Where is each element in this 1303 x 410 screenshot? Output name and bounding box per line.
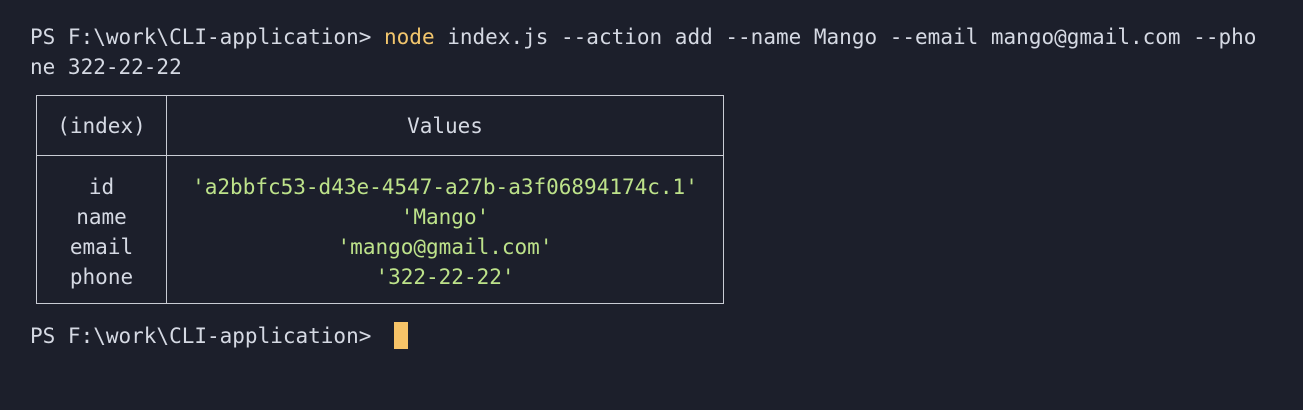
table-header-index: (index): [57, 114, 146, 138]
prompt-line[interactable]: PS F:\work\CLI-application>: [30, 321, 384, 351]
table-key-phone: phone: [69, 265, 134, 289]
terminal-window[interactable]: PS F:\work\CLI-application> node index.j…: [0, 0, 1303, 410]
table-key-email: email: [69, 235, 134, 259]
table-key-name: name: [76, 205, 127, 229]
command-line: PS F:\work\CLI-application> node index.j…: [30, 22, 1256, 52]
command-line-wrap: ne 322-22-22: [30, 55, 182, 79]
prompt-text: PS F:\work\CLI-application>: [30, 25, 385, 49]
table-value-phone: '322-22-22': [375, 265, 515, 289]
table-value-id: 'a2bbfc53-d43e-4547-a27b-a3f06894174c.1': [192, 175, 698, 199]
table-header-values: Values: [407, 114, 483, 138]
command-args: index.js --action add --name Mango --ema…: [434, 25, 1257, 49]
table-key-id: id: [88, 175, 115, 199]
prompt-text: PS F:\work\CLI-application>: [30, 324, 385, 348]
text-cursor: [394, 322, 408, 349]
console-table: (index) Values id name email phone 'a2bb…: [36, 95, 724, 304]
table-header-divider: [37, 155, 723, 156]
table-keys-column: id name email phone: [37, 172, 166, 292]
table-values-column: 'a2bbfc53-d43e-4547-a27b-a3f06894174c.1'…: [167, 172, 723, 292]
table-value-name: 'Mango': [400, 205, 490, 229]
command-program: node: [384, 25, 435, 49]
table-value-email: 'mango@gmail.com': [337, 235, 553, 259]
